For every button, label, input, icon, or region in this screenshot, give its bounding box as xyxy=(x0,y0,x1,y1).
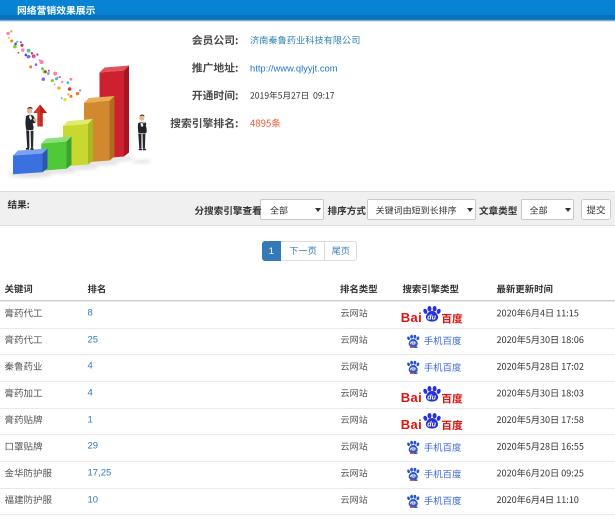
svg-text:du: du xyxy=(411,367,417,372)
svg-text:du: du xyxy=(411,500,417,505)
svg-text:du: du xyxy=(411,447,417,452)
svg-text:du: du xyxy=(411,340,417,345)
svg-text:Bai: Bai xyxy=(401,417,422,430)
svg-text:du: du xyxy=(427,421,436,428)
svg-text:du: du xyxy=(427,395,436,402)
svg-text:du: du xyxy=(427,315,436,322)
svg-text:Bai: Bai xyxy=(401,310,422,323)
svg-text:Bai: Bai xyxy=(401,390,422,403)
svg-text:du: du xyxy=(411,474,417,479)
